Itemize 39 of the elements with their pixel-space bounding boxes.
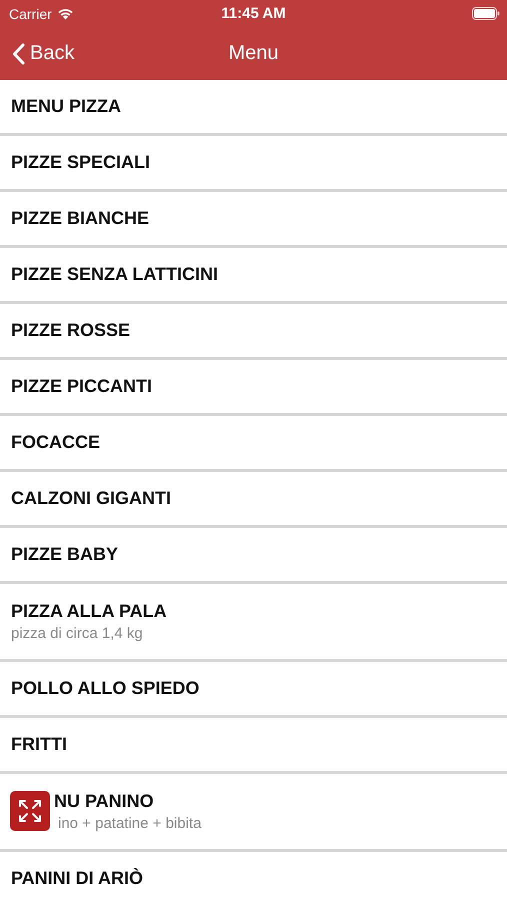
menu-row[interactable]: PIZZA ALLA PALA pizza di circa 1,4 kg <box>0 584 507 662</box>
menu-row[interactable]: MENU PIZZA <box>0 80 507 136</box>
expand-button[interactable] <box>10 791 50 831</box>
menu-row[interactable]: PIZZE BIANCHE <box>0 192 507 248</box>
category-title: FRITTI <box>11 734 67 755</box>
wifi-icon <box>56 7 74 20</box>
category-title: PIZZE BABY <box>11 544 118 565</box>
back-chevron-icon <box>12 42 25 64</box>
category-title: PIZZA ALLA PALA <box>11 601 167 622</box>
category-subtitle: pizza di circa 1,4 kg <box>11 625 143 642</box>
menu-row[interactable]: PIZZE SENZA LATTICINI <box>0 248 507 304</box>
back-button[interactable]: Back <box>6 42 80 65</box>
category-title: PIZZE SPECIALI <box>11 152 150 173</box>
category-subtitle: ino + patatine + bibita <box>57 815 202 832</box>
menu-row[interactable]: FOCACCE <box>0 416 507 472</box>
category-title: MENU PIZZA <box>11 96 121 117</box>
status-time: 11:45 AM <box>221 5 286 22</box>
menu-row[interactable]: FRITTI <box>0 718 507 774</box>
category-title: CALZONI GIGANTI <box>11 488 171 509</box>
menu-row[interactable]: PIZZE PICCANTI <box>0 360 507 416</box>
menu-row[interactable]: PIZZE BABY <box>0 528 507 584</box>
menu-row[interactable]: PIZZE ROSSE <box>0 304 507 360</box>
category-title: PIZZE SENZA LATTICINI <box>11 264 218 285</box>
category-title: POLLO ALLO SPIEDO <box>11 678 200 699</box>
category-title: PIZZE BIANCHE <box>11 208 150 229</box>
expand-icon <box>18 799 42 823</box>
menu-row[interactable]: POLLO ALLO SPIEDO <box>0 662 507 718</box>
category-title: FOCACCE <box>11 432 100 453</box>
category-title: NU PANINO <box>54 791 154 812</box>
category-title: PIZZE PICCANTI <box>11 376 152 397</box>
menu-row[interactable]: CALZONI GIGANTI <box>0 472 507 528</box>
carrier-label: Carrier <box>9 6 52 22</box>
nav-title: Menu <box>228 42 279 65</box>
menu-row[interactable]: PANINI DI ARIÒ <box>0 852 507 900</box>
category-title: PANINI DI ARIÒ <box>11 868 144 889</box>
menu-row[interactable]: PIZZE SPECIALI <box>0 136 507 192</box>
menu-row[interactable]: NU PANINO ino + patatine + bibita <box>0 774 507 852</box>
battery-icon <box>472 7 500 20</box>
category-title: PIZZE ROSSE <box>11 320 130 341</box>
